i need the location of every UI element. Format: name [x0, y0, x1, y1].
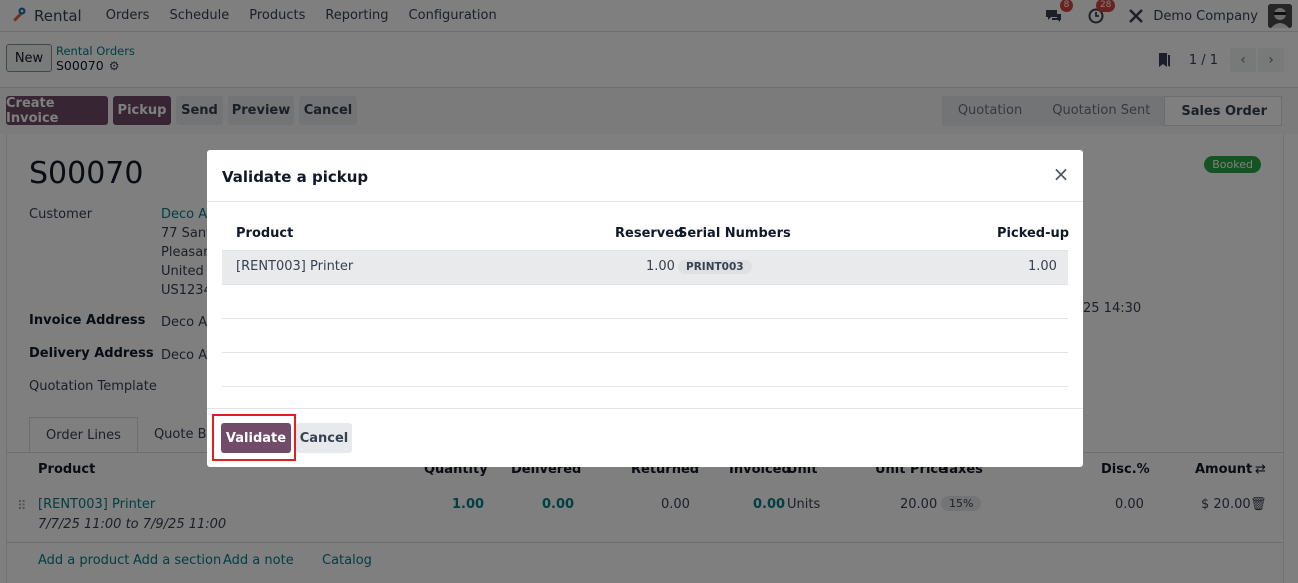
empty-row	[222, 319, 1068, 353]
serial-number-tag[interactable]: PRINT003	[678, 260, 752, 274]
cancel-button[interactable]: Cancel	[296, 423, 352, 453]
empty-row	[222, 353, 1068, 387]
row-product: [RENT003] Printer	[236, 259, 354, 274]
row-reserved: 1.00	[646, 259, 675, 274]
empty-row	[222, 285, 1068, 319]
dialog-footer-divider	[207, 408, 1083, 409]
row-picked-up[interactable]: 1.00	[1028, 259, 1057, 274]
dialog-title: Validate a pickup	[222, 168, 369, 186]
validate-pickup-dialog: Validate a pickup × Product Reserved Ser…	[207, 150, 1083, 467]
close-icon[interactable]: ×	[1051, 164, 1071, 184]
col-product: Product	[236, 226, 294, 241]
dialog-header-divider	[207, 201, 1083, 202]
validate-button[interactable]: Validate	[221, 423, 291, 453]
col-reserved: Reserved	[615, 226, 684, 241]
col-serial-numbers: Serial Numbers	[678, 226, 791, 241]
table-row[interactable]: [RENT003] Printer 1.00 PRINT003 1.00	[222, 251, 1068, 285]
col-picked-up: Picked-up	[997, 226, 1070, 241]
